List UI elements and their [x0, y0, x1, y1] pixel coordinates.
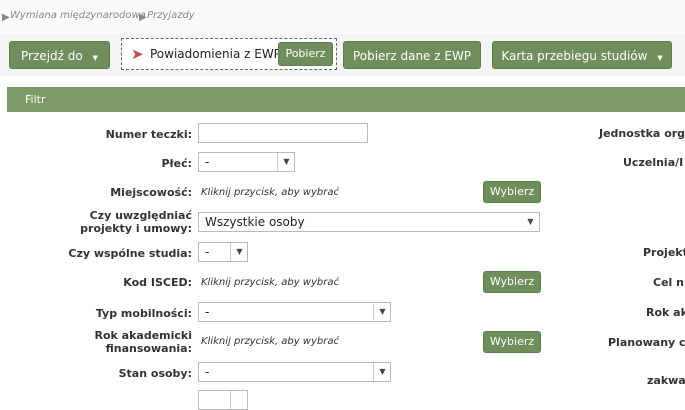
chevron-down-icon: ▼ — [92, 54, 98, 62]
next-row-select[interactable] — [198, 390, 248, 410]
plec-select[interactable]: - ▼ — [198, 152, 295, 172]
label-plec: Płeć: — [161, 157, 192, 170]
label-rok-ak: Rok ak — [646, 306, 685, 319]
numer-teczki-input[interactable] — [198, 123, 368, 143]
dropdown-arrow-icon: ▼ — [527, 217, 534, 226]
label-zakwat: zakwat — [647, 374, 685, 387]
label-typ-mobilnosci: Typ mobilności: — [95, 307, 192, 320]
dropdown-arrow-icon: ▼ — [230, 243, 248, 261]
label-jednostka: Jednostka orga — [599, 127, 685, 140]
study-card-button[interactable]: Karta przebiegu studiów ▼ — [492, 41, 672, 69]
breadcrumb-item-arrivals[interactable]: Przyjazdy — [147, 10, 195, 21]
toolbar: Przejdź do ▼ ➤ Powiadomienia z EWP Pobie… — [0, 34, 685, 76]
dropdown-arrow-icon — [230, 391, 248, 409]
miejscowosc-wybierz-button[interactable]: Wybierz — [483, 181, 541, 203]
miejscowosc-hint: Kliknij przycisk, aby wybrać — [201, 187, 339, 198]
stan-osoby-select[interactable]: - ▼ — [198, 362, 391, 382]
plec-value: - — [205, 155, 210, 169]
dropdown-arrow-icon: ▼ — [373, 363, 391, 381]
label-projekty-line1: Czy uwzględniać — [89, 209, 192, 222]
notifications-ewp-group[interactable]: ➤ Powiadomienia z EWP Pobierz — [121, 38, 337, 70]
breadcrumb-item-exchange[interactable]: Wymiana międzynarodowa — [10, 10, 146, 21]
goto-button[interactable]: Przejdź do ▼ — [9, 41, 110, 69]
rok-fin-hint: Kliknij przycisk, aby wybrać — [201, 336, 339, 347]
filter-panel-header[interactable]: ⌃ Filtr przyjazdów — [7, 87, 685, 131]
label-projekty-line2: projekty i umowy: — [80, 222, 192, 235]
label-rok-fin-line2: finansowania: — [105, 342, 192, 355]
typ-mobilnosci-select[interactable]: - ▼ — [198, 302, 391, 322]
breadcrumb-arrow-icon: ▶ — [139, 12, 147, 23]
label-cel: Cel n — [653, 276, 684, 289]
label-projekt: Projekt — [643, 246, 685, 259]
isced-wybierz-button[interactable]: Wybierz — [483, 271, 541, 293]
label-stan-osoby: Stan osoby: — [118, 367, 192, 380]
isced-hint: Kliknij przycisk, aby wybrać — [201, 277, 339, 288]
dropdown-arrow-icon: ▼ — [373, 303, 391, 321]
typ-mobilnosci-value: - — [205, 305, 210, 319]
projekty-select[interactable]: Wszystkie osoby ▼ — [198, 212, 540, 232]
stan-osoby-value: - — [205, 365, 210, 379]
fetch-ewp-button[interactable]: Pobierz dane z EWP — [343, 41, 481, 69]
rok-fin-wybierz-button[interactable]: Wybierz — [483, 331, 541, 353]
chevron-down-icon: ▼ — [657, 54, 663, 62]
send-icon: ➤ — [131, 45, 144, 63]
pobierz-button[interactable]: Pobierz — [278, 42, 333, 66]
label-projekty: Czy uwzględniać projekty i umowy: — [80, 209, 192, 235]
label-uczelnia: Uczelnia/I — [623, 156, 684, 169]
label-wspolne-studia: Czy wspólne studia: — [68, 247, 192, 260]
label-rok-fin-line1: Rok akademicki — [94, 329, 192, 342]
wspolne-studia-select[interactable]: - ▼ — [198, 242, 248, 262]
label-numer-teczki: Numer teczki: — [105, 128, 192, 141]
notifications-label: Powiadomienia z EWP — [150, 47, 281, 61]
study-card-label: Karta przebiegu studiów — [501, 49, 648, 63]
goto-label: Przejdź do — [21, 49, 83, 63]
label-rok-fin: Rok akademicki finansowania: — [94, 329, 192, 355]
projekty-value: Wszystkie osoby — [205, 215, 305, 229]
breadcrumb: ▶ Wymiana międzynarodowa ▶ Przyjazdy — [0, 0, 685, 34]
dropdown-arrow-icon: ▼ — [277, 153, 295, 171]
filter-title: Filtr przyjazdów — [25, 93, 88, 131]
wspolne-studia-value: - — [205, 245, 210, 259]
breadcrumb-arrow-icon: ▶ — [2, 12, 10, 23]
label-planowany: Planowany cz — [608, 336, 685, 349]
label-miejscowosc: Miejscowość: — [110, 186, 192, 199]
label-isced: Kod ISCED: — [123, 276, 192, 289]
